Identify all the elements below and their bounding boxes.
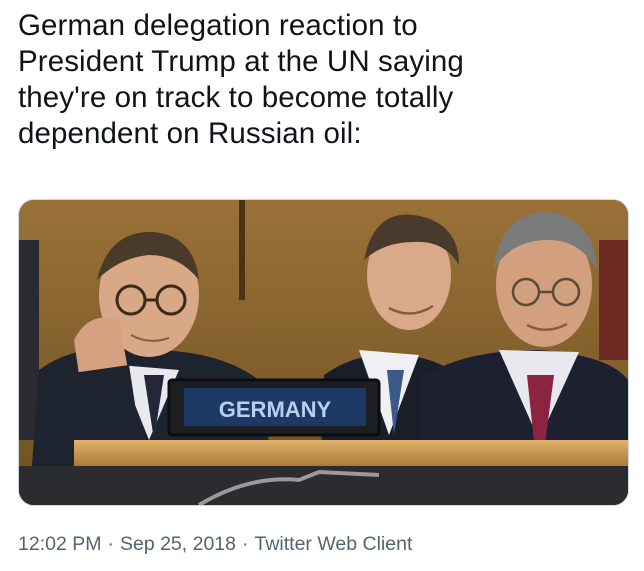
person-edge-left (19, 240, 39, 440)
tweet-text-line: President Trump at the UN saying (18, 45, 464, 78)
tweet-text-line: they're on track to become totally (18, 81, 454, 114)
tweet-text-line: dependent on Russian oil: (18, 117, 362, 150)
tweet-time: 12:02 PM (18, 533, 102, 555)
desk-edge (74, 440, 628, 466)
meta-separator: · (242, 533, 249, 555)
tweet-date: Sep 25, 2018 (119, 533, 236, 555)
tweet-meta: 12:02 PM · Sep 25, 2018 · Twitter Web Client (18, 533, 412, 556)
tweet-text: German delegation reaction to President … (18, 8, 618, 152)
meta-separator: · (107, 533, 114, 555)
nameplate-label: GERMANY (219, 397, 332, 422)
tweet-media-photo[interactable]: GERMANY (18, 199, 629, 506)
country-nameplate: GERMANY (167, 378, 381, 437)
tweet-text-line: German delegation reaction to (18, 9, 418, 42)
tweet-timestamp-link[interactable]: 12:02 PM · Sep 25, 2018 (18, 533, 236, 555)
tweet-source-link[interactable]: Twitter Web Client (255, 533, 413, 555)
wall-seam (239, 200, 245, 300)
delegation-photo: GERMANY (19, 200, 628, 505)
